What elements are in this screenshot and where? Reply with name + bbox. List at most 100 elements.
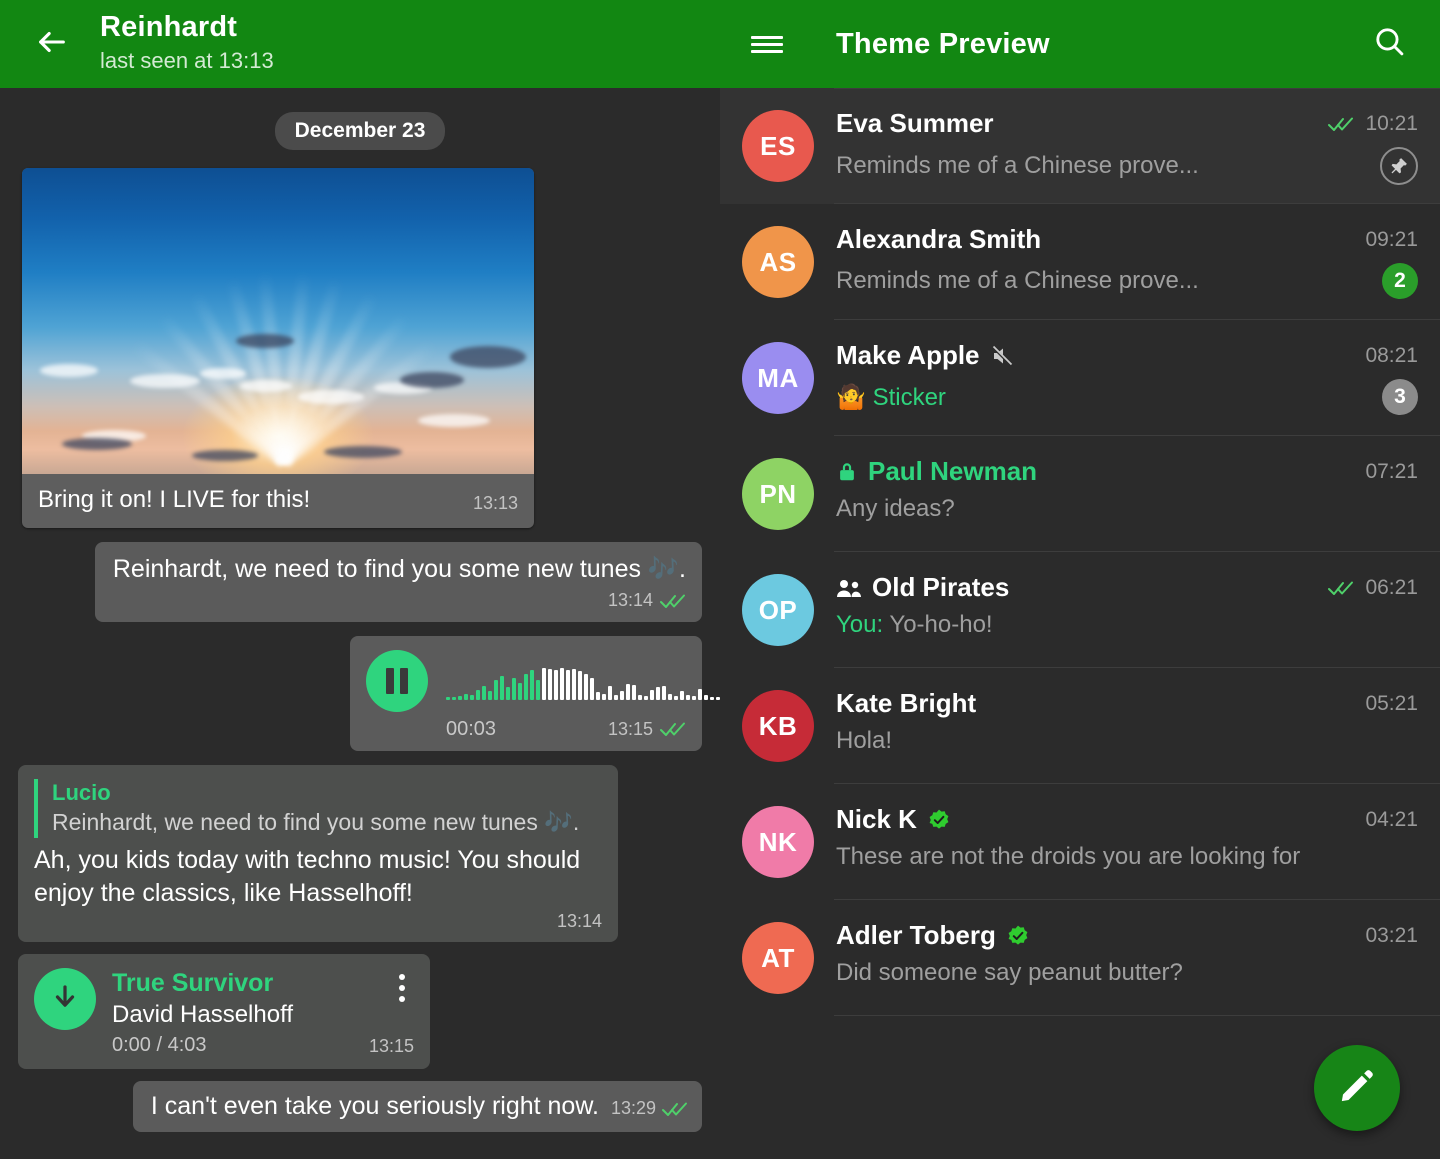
list-top-divider [834,88,1440,89]
chat-item-name: Kate Bright [836,688,977,718]
music-artist: David Hasselhoff [112,1001,293,1029]
chat-item-top-row: Old Pirates 06:21 [836,572,1418,603]
avatar[interactable]: AT [742,922,814,994]
avatar[interactable]: AS [742,226,814,298]
mute-icon [990,344,1014,368]
chat-item-preview: Any ideas? [836,495,955,522]
chat-item-body: Paul Newman 07:21 Any ideas? [836,436,1418,523]
preview-title: Theme Preview [836,27,1050,60]
sunrise-sky-photo[interactable] [22,168,534,474]
photo-message-bubble[interactable]: Bring it on! I LIVE for this! 13:13 [22,168,534,528]
outgoing-text-bubble-2[interactable]: I can't even take you seriously right no… [132,1081,702,1133]
chat-item-top-row: Paul Newman 07:21 [836,456,1418,487]
avatar[interactable]: ES [742,110,814,182]
download-button[interactable] [34,968,96,1031]
music-message-bubble[interactable]: True Survivor David Hasselhoff 0:00 / 4:… [18,954,430,1070]
chat-item-top-row: Nick K 04:21 [836,804,1418,835]
chat-list-item[interactable]: PN Paul Newman 07:21 Any ideas? [720,436,1440,552]
voice-waveform[interactable] [446,662,720,700]
hamburger-menu-button[interactable] [742,19,792,69]
download-arrow-icon [50,982,80,1017]
chat-item-time: 10:21 [1365,111,1418,135]
chat-item-time: 07:21 [1365,459,1418,483]
photo-caption-row: Bring it on! I LIVE for this! 13:13 [22,474,534,528]
quote-author: Lucio [52,779,111,805]
chat-item-meta: 06:21 [1328,576,1418,600]
avatar[interactable]: OP [742,574,814,646]
message-row-photo: Bring it on! I LIVE for this! 13:13 [0,168,720,528]
search-button[interactable] [1364,19,1414,69]
back-button[interactable] [26,18,78,70]
chat-list-item[interactable]: AT Adler Toberg 03:21 Did someone say peanu… [720,900,1440,1016]
chat-item-time: 04:21 [1365,807,1418,831]
message-timestamp: 13:14 [607,590,653,611]
chat-title-block[interactable]: Reinhardt last seen at 13:13 [100,11,274,76]
avatar[interactable]: KB [742,690,814,762]
chat-list-item[interactable]: ES Eva Summer 10:21 Reminds me of a Chinese… [720,88,1440,204]
chat-item-time: 05:21 [1365,691,1418,715]
chat-item-preview: Reminds me of a Chinese prove... [836,152,1199,179]
chat-list-item[interactable]: MA Make Apple 08:21 🤷 Sticker 3 [720,320,1440,436]
double-check-icon [1328,116,1356,132]
unread-badge: 2 [1382,263,1418,299]
message-timestamp: 13:14 [556,911,602,932]
chat-item-preview: Did someone say peanut butter? [836,959,1183,986]
reply-message-bubble[interactable]: Lucio Reinhardt, we need to find you som… [18,764,618,943]
double-check-icon [1328,580,1356,596]
chat-list-item[interactable]: KB Kate Bright 05:21 Hola! [720,668,1440,784]
kebab-menu-icon[interactable] [390,968,414,1003]
chat-item-body: Alexandra Smith 09:21 Reminds me of a Chin… [836,204,1418,299]
music-position: 0:00 / 4:03 [112,1034,207,1057]
app-root: Reinhardt last seen at 13:13 Theme Previ… [0,0,1440,1159]
chat-item-body: Eva Summer 10:21 Reminds me of a Chinese p… [836,88,1418,185]
music-title: True Survivor [112,969,274,998]
chat-list-item[interactable]: NK Nick K 04:21 These are not the droids yo… [720,784,1440,900]
chat-item-meta: 05:21 [1365,692,1418,716]
page-title: Reinhardt [100,11,238,44]
chat-item-top-row: Adler Toberg 03:21 [836,920,1418,951]
message-row-reply: Lucio Reinhardt, we need to find you som… [0,764,720,943]
outgoing-text-bubble[interactable]: Reinhardt, we need to find you some new … [94,542,702,622]
lock-icon [836,461,858,483]
chat-item-bottom-row: Did someone say peanut butter? [836,959,1418,987]
avatar[interactable]: PN [742,458,814,530]
arrow-left-icon [35,25,69,64]
preview-header: Theme Preview [720,0,1440,88]
chat-item-top-row: Kate Bright 05:21 [836,688,1418,719]
voice-duration: 00:03 [446,717,497,740]
chat-item-body: Old Pirates 06:21 You: Yo-ho-ho! [836,552,1418,639]
hamburger-menu-icon [751,32,783,57]
chat-item-time: 09:21 [1365,227,1418,251]
avatar[interactable]: MA [742,342,814,414]
chat-list-panel[interactable]: ES Eva Summer 10:21 Reminds me of a Chinese… [720,88,1440,1159]
compose-fab-button[interactable] [1314,1045,1400,1131]
chat-item-name: Old Pirates [872,572,1010,602]
voice-message-bubble[interactable]: 00:03 13:15 [350,635,720,751]
chat-item-body: Make Apple 08:21 🤷 Sticker 3 [836,320,1418,415]
chat-item-body: Kate Bright 05:21 Hola! [836,668,1418,755]
chat-item-time: 06:21 [1365,575,1418,599]
double-check-icon [660,593,686,609]
message-text: I can't even take you seriously right no… [150,1092,599,1121]
pinned-icon [1380,147,1418,185]
chat-item-body: Adler Toberg 03:21 Did someone say peanut … [836,900,1418,987]
message-timestamp: 13:13 [472,493,518,513]
chat-item-bottom-row: You: Yo-ho-ho! [836,611,1418,639]
chat-item-body: Nick K 04:21 These are not the droids you … [836,784,1418,871]
avatar[interactable]: NK [742,806,814,878]
app-body: December 23 Bring it on! I LIVE for this… [0,88,1440,1159]
voice-play-pause-button[interactable] [366,649,428,712]
chat-item-name: Eva Summer [836,108,994,138]
chat-item-time: 08:21 [1365,343,1418,367]
chat-item-top-row: Make Apple 08:21 [836,340,1418,371]
chat-item-bottom-row: Reminds me of a Chinese prove... 2 [836,263,1418,299]
chat-item-bottom-row: Hola! [836,727,1418,755]
list-divider [834,1015,1440,1016]
message-row-music: True Survivor David Hasselhoff 0:00 / 4:… [0,954,720,1070]
chat-list-item[interactable]: OP Old Pirates 06:21 You: Yo-ho-ho! [720,552,1440,668]
chat-list-item[interactable]: AS Alexandra Smith 09:21 Reminds me of a Ch… [720,204,1440,320]
chat-item-bottom-row: Reminds me of a Chinese prove... [836,147,1418,185]
group-icon [836,578,862,598]
quoted-message[interactable]: Lucio Reinhardt, we need to find you som… [34,778,602,839]
message-timestamp: 13:29 [610,1098,656,1119]
